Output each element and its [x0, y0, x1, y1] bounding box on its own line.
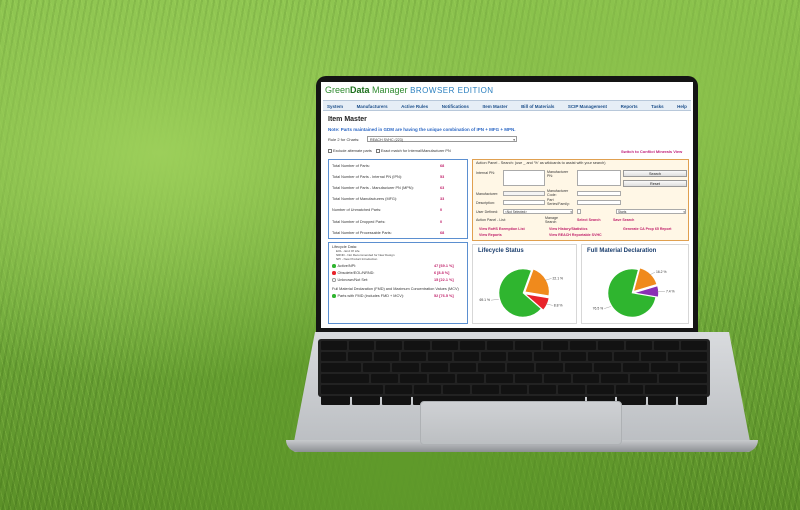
reset-button[interactable]: Reset — [623, 180, 687, 187]
select-search-link[interactable]: Select Search — [577, 218, 601, 222]
stat-row: Total Number of Processable Parts: 68 — [332, 230, 445, 235]
stat-row: Total Number of Parts - Manufacturer PN … — [332, 185, 445, 190]
nav-reports[interactable]: Reports — [621, 101, 638, 110]
operator-select[interactable] — [577, 209, 581, 214]
pie-label: 8.8 % — [554, 303, 563, 307]
pie-leader-line — [491, 299, 499, 301]
manufacturer-input[interactable] — [503, 191, 545, 196]
user-defined-select[interactable]: <Not Selected> ▾ — [503, 209, 573, 214]
empty-dot-icon — [332, 278, 336, 282]
reach-svhc-link[interactable]: View REACH Reportable SVHC — [549, 233, 602, 237]
lifecycle-pie-chart: 69.1 % 8.8 % 22.1 % — [479, 268, 564, 318]
page-note: Note: Parts maintained in GDM are having… — [328, 127, 516, 132]
part-series-input[interactable] — [577, 200, 621, 205]
history-statistics-link[interactable]: View History/Statistics — [549, 227, 587, 231]
rule-select[interactable]: REACH SVHC (223) ▾ — [367, 136, 517, 142]
manufacturer-code-input[interactable] — [577, 191, 621, 196]
manufacturer-pn-input[interactable] — [577, 170, 621, 186]
stat-row: Total Number of Dropped Parts: 0 — [332, 219, 443, 224]
green-dot-icon — [332, 294, 336, 298]
manufacturer-pn-label: Manufacturer PN: — [547, 170, 569, 178]
switch-conflict-minerals-link[interactable]: Switch to Conflict Minerals View — [621, 149, 682, 154]
action-panel-heading: Action Panel - Search: (use _ and '%' as… — [476, 161, 606, 165]
page-title: Item Master — [328, 116, 367, 123]
app-logo: GreenData Manager BROWSER EDITION — [325, 85, 494, 95]
fmd-pie-chart: 76.5 % 7.4 % 16.2 % — [593, 267, 675, 318]
options-row: Exclude alternate parts Exact match for … — [328, 149, 451, 153]
red-dot-icon — [332, 271, 336, 275]
description-input[interactable] — [503, 200, 545, 205]
search-button[interactable]: Search — [623, 170, 687, 177]
browser-screen: GreenData Manager BROWSER EDITION System… — [321, 82, 693, 328]
stat-row: Number of Unmatched Parts: 0 — [332, 208, 443, 213]
fmd-heading: Full Material Declaration (FMD) and Maxi… — [332, 287, 459, 291]
manufacturer-label: Manufacturer: — [476, 192, 499, 196]
pie-label: 16.2 % — [656, 270, 667, 274]
nav-active-rules[interactable]: Active Rules — [401, 101, 428, 110]
main-nav: System Manufacturers Active Rules Notifi… — [323, 100, 691, 111]
green-dot-icon — [332, 264, 336, 268]
internal-pn-input[interactable] — [503, 170, 545, 186]
rule-label: Rule 2 for Charts: — [328, 137, 360, 142]
keyboard — [318, 339, 710, 405]
nav-help[interactable]: Help — [677, 101, 687, 110]
nav-manufacturers[interactable]: Manufacturers — [357, 101, 388, 110]
nav-bill-of-materials[interactable]: Bill of Materials — [521, 101, 554, 110]
lifecycle-chart-title: Lifecycle Status — [478, 248, 524, 254]
nav-notifications[interactable]: Notifications — [442, 101, 469, 110]
pie-label: 22.1 % — [553, 276, 564, 280]
legend-npi: NPI - New Product Introduction — [336, 257, 378, 261]
view-reports-link[interactable]: View Reports — [479, 233, 502, 237]
lifecycle-data-panel: Lifecycle Data: EOL - End Of Life NRND -… — [328, 242, 468, 324]
ca-prop65-link[interactable]: Generate CA Prop 65 Report — [623, 227, 671, 231]
stat-row: Total Number of Parts - Internal PN (IPN… — [332, 174, 445, 179]
description-label: Description: — [476, 201, 495, 205]
part-series-label: Part Series/Family: — [547, 198, 570, 206]
pie-label: 69.1 % — [479, 298, 490, 302]
pie-leader-line — [604, 306, 611, 309]
fmd-chart-title: Full Material Declaration — [587, 248, 657, 254]
save-search-link[interactable]: Save Search — [613, 218, 634, 222]
manufacturer-code-label: Manufacturer Code: — [547, 189, 569, 197]
pie-label: 7.4 % — [666, 289, 675, 293]
manage-search-label: Manage Search — [545, 216, 558, 224]
list-label: Action Panel - List: — [476, 218, 506, 222]
pie-label: 76.5 % — [593, 307, 604, 311]
touchpad — [420, 401, 622, 445]
nav-tasks[interactable]: Tasks — [651, 101, 663, 110]
action-panel: Action Panel - Search: (use _ and '%' as… — [472, 159, 689, 241]
user-defined-label: User Defined: — [476, 210, 498, 214]
nav-system[interactable]: System — [327, 101, 343, 110]
nav-item-master[interactable]: Item Master — [483, 101, 508, 110]
stat-row: Total Number of Parts: 68 — [332, 163, 445, 168]
exact-match-checkbox[interactable]: Exact match for Internal/Manufacturer PN — [375, 149, 451, 153]
parts-stats-panel: Total Number of Parts: 68 Total Number of… — [328, 159, 468, 239]
internal-pn-label: Internal PN: — [476, 171, 495, 175]
exclude-alternate-checkbox[interactable]: Exclude alternate parts — [328, 149, 372, 153]
rohs-exemption-link[interactable]: View RoHS Exemption List — [479, 227, 525, 231]
fmd-chart-panel: Full Material Declaration 76.5 % 7.4 % 16.… — [581, 244, 689, 324]
stat-row: Total Number of Manufacturers (MFG): 33 — [332, 197, 445, 202]
lifecycle-chart-panel: Lifecycle Status 69.1 % 8.8 % 22.1 % — [472, 244, 577, 324]
nav-scip-management[interactable]: SCIP Management — [568, 101, 607, 110]
match-type-select[interactable]: Starts ▾ — [616, 209, 686, 214]
